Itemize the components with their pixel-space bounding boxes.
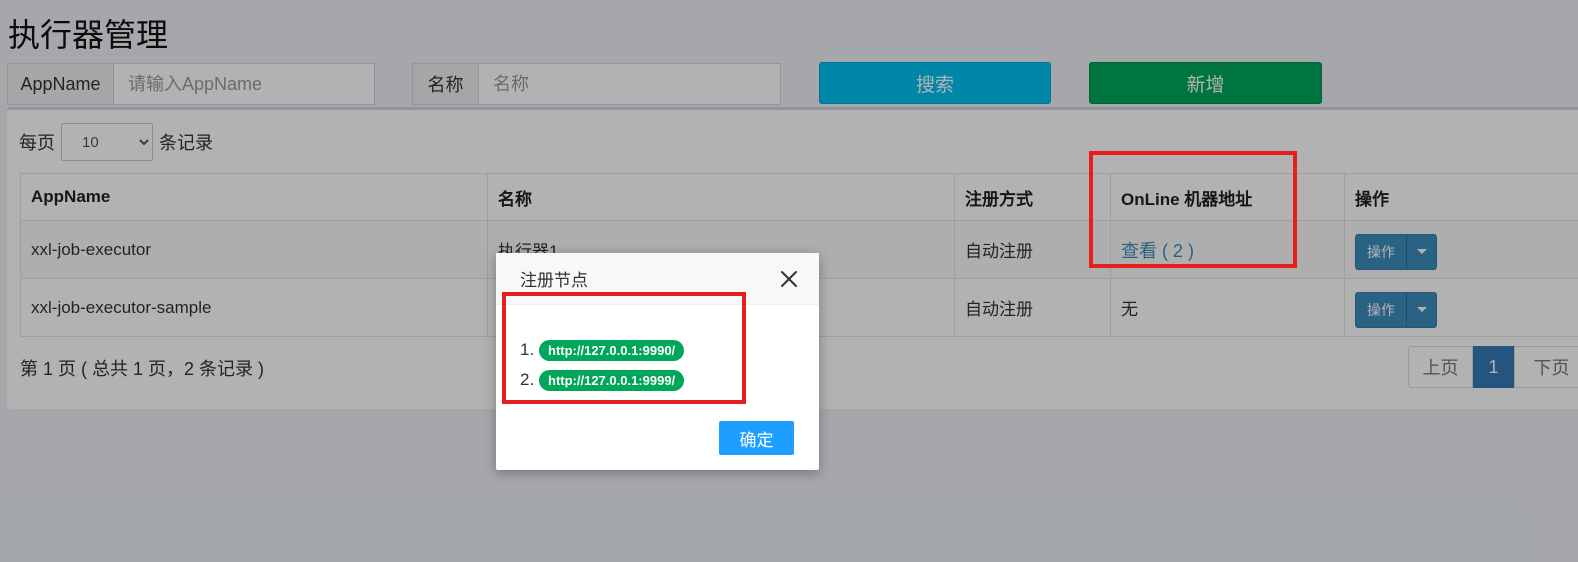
highlight-node-list (502, 292, 746, 404)
highlight-online-column (1089, 151, 1297, 268)
close-icon[interactable] (779, 269, 799, 289)
confirm-button[interactable]: 确定 (719, 421, 794, 455)
